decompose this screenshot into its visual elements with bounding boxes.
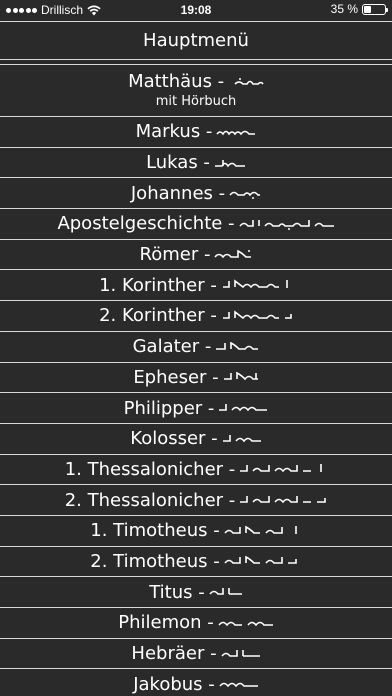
header-bottom-divider [0,59,392,60]
menu-item-label: Philipper - [123,397,215,419]
syriac-script-icon [221,278,293,292]
syriac-script-icon [214,248,252,262]
menu-item-label: Philemon - [118,612,214,634]
menu-item-label: Titus - [149,581,205,603]
menu-item-label: 2. Timotheus - [90,550,220,572]
menu-item-label: 2. Korinther - [99,305,217,327]
battery-fill [364,5,371,13]
menu-item-2-thessalonicher[interactable]: 2. Thessalonicher - [0,485,392,516]
syriac-script-icon [216,126,256,138]
menu-item-label: Römer - [139,244,211,266]
menu-item-2-timotheus[interactable]: 2. Timotheus - [0,547,392,578]
menu-item-2-korinther[interactable]: 2. Korinther - [0,301,392,332]
syriac-script-icon [214,157,246,169]
syriac-script-icon [218,401,268,415]
menu-item-label: Markus - [135,121,213,143]
syriac-script-icon [234,76,264,88]
app-screen: Drillisch 19:08 35 % Hauptmenü Matthäus … [0,0,392,696]
syriac-script-icon [209,585,243,599]
menu-item-label: 1. Korinther - [99,274,217,296]
menu-item-label: Kolosser - [130,428,218,450]
menu-item-label: 1. Thessalonicher - [64,458,236,480]
menu-item-label: Lukas - [146,152,210,174]
syriac-script-icon [219,677,259,691]
syriac-script-icon [221,309,293,323]
menu-item-apostelgeschichte[interactable]: Apostelgeschichte - [0,209,392,240]
menu-item-epheser[interactable]: Epheser - [0,363,392,394]
menu-item-hebraeer[interactable]: Hebräer - [0,639,392,670]
status-bar: Drillisch 19:08 35 % [0,0,392,20]
menu-item-lukas[interactable]: Lukas - [0,148,392,179]
menu-item-1-thessalonicher[interactable]: 1. Thessalonicher - [0,455,392,486]
menu-item-label: Matthäus - [128,70,225,92]
menu-item-sublabel: mit Hörbuch [155,93,237,109]
menu-item-matthaeus[interactable]: Matthäus - mit Hörbuch [0,67,392,117]
menu-item-label: Jakobus - [133,673,215,695]
syriac-script-icon [218,616,274,630]
header-bottom-divider-2 [0,64,392,65]
battery-percent: 35 % [330,2,358,16]
battery-tip [386,7,388,12]
menu-item-markus[interactable]: Markus - [0,117,392,148]
menu-item-label: 1. Timotheus - [90,520,220,542]
menu-item-philemon[interactable]: Philemon - [0,608,392,639]
header-top-divider [0,21,392,22]
status-right: 35 % [330,2,388,16]
syriac-script-icon [224,524,302,538]
page-title: Hauptmenü [143,30,249,51]
menu-item-kolosser[interactable]: Kolosser - [0,424,392,455]
menu-item-label: Johannes - [130,182,226,204]
menu-item-1-korinther[interactable]: 1. Korinther - [0,270,392,302]
menu-item-label: Galater - [132,336,212,358]
menu-item-label: 2. Thessalonicher - [64,489,236,511]
syriac-script-icon [238,217,335,231]
menu-item-1-timotheus[interactable]: 1. Timotheus - [0,516,392,547]
menu-list: Matthäus - mit Hörbuch Markus - Lukas - … [0,67,392,696]
menu-item-johannes[interactable]: Johannes - [0,178,392,210]
syriac-script-icon [215,340,259,354]
menu-item-label: Hebräer - [131,643,217,665]
syriac-script-icon [222,432,262,446]
menu-item-label: Apostelgeschichte - [57,213,235,235]
syriac-script-icon [239,493,327,507]
menu-item-philipper[interactable]: Philipper - [0,393,392,424]
menu-item-jakobus[interactable]: Jakobus - [0,669,392,696]
syriac-script-icon [239,462,327,476]
syriac-script-icon [224,554,302,568]
menu-item-roemer[interactable]: Römer - [0,240,392,271]
menu-item-row: Matthäus - [128,70,264,92]
syriac-script-icon [223,370,259,384]
menu-item-label: Epheser - [133,366,219,388]
battery-icon [362,3,388,15]
menu-item-galater[interactable]: Galater - [0,332,392,363]
syriac-script-icon [220,647,261,661]
menu-item-titus[interactable]: Titus - [0,577,392,608]
syriac-script-icon [229,187,261,200]
